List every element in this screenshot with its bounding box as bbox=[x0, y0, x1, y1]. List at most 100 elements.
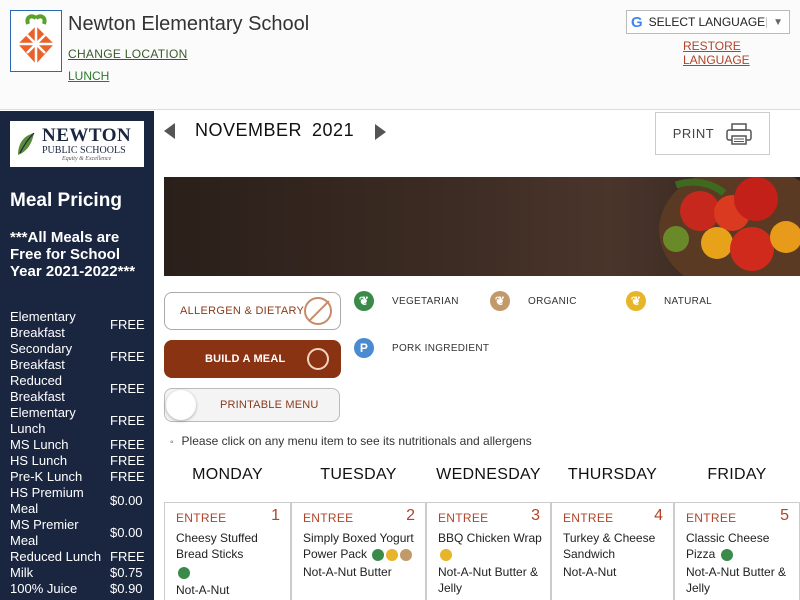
menu-item[interactable]: Classic Cheese Pizza bbox=[686, 530, 799, 562]
menu-item-name: Turkey & Cheese Sandwich bbox=[563, 531, 656, 561]
plate-utensils-icon bbox=[307, 348, 329, 370]
price-row: 100% Juice $0.90 bbox=[10, 581, 146, 597]
day-cell-1: 1 ENTREE Cheesy Stuffed Bread Sticks Not… bbox=[164, 502, 291, 600]
school-name: Newton Elementary School bbox=[68, 13, 310, 35]
menu-item[interactable]: Cheesy Stuffed Bread Sticks bbox=[176, 530, 290, 562]
carrot-logo-icon bbox=[18, 14, 54, 64]
day-number: 5 bbox=[780, 507, 789, 524]
vegetarian-icon bbox=[178, 566, 190, 579]
district-logo-name: NEWTON bbox=[42, 125, 132, 146]
build-a-meal-button[interactable]: BUILD A MEAL bbox=[164, 340, 341, 378]
price-value: $0.00 bbox=[110, 525, 143, 540]
day-cell-2: 2 ENTREE Simply Boxed Yogurt Power Pack … bbox=[291, 502, 426, 600]
price-label: Elementary Lunch bbox=[10, 405, 76, 436]
price-label: HS Premium Meal bbox=[10, 485, 84, 516]
district-logo: NEWTON PUBLIC SCHOOLS Equity & Excellenc… bbox=[10, 121, 144, 167]
price-table: Elementary Breakfast FREE Secondary Break… bbox=[10, 309, 146, 597]
menu-item-icons bbox=[176, 564, 290, 580]
pork-icon: P bbox=[354, 338, 374, 358]
menu-item[interactable]: Turkey & Cheese Sandwich bbox=[563, 530, 673, 562]
sidebar: NEWTON PUBLIC SCHOOLS Equity & Excellenc… bbox=[0, 111, 154, 600]
menu-item[interactable]: Not-A-Nut bbox=[563, 564, 673, 580]
school-logo[interactable] bbox=[10, 10, 62, 72]
legend-vegetarian-label: VEGETARIAN bbox=[392, 295, 459, 307]
natural-icon bbox=[386, 548, 399, 561]
menu-instruction-note: Please click on any menu item to see its… bbox=[170, 434, 532, 448]
menu-item[interactable]: Not-A-Nut Butter & Jelly bbox=[438, 564, 550, 596]
leaf-icon: ❦ bbox=[354, 291, 374, 311]
price-value: FREE bbox=[110, 317, 145, 332]
price-value: FREE bbox=[110, 413, 145, 428]
month-name: NOVEMBER bbox=[195, 120, 303, 140]
free-meals-note: ***All Meals are Free for School Year 20… bbox=[10, 229, 136, 280]
month-title: NOVEMBER 2021 bbox=[195, 120, 354, 141]
toggle-knob[interactable] bbox=[166, 390, 196, 420]
price-label: Reduced Lunch bbox=[10, 549, 102, 564]
legend-pork: P PORK INGREDIENT bbox=[354, 338, 489, 358]
price-row: Elementary Breakfast FREE bbox=[10, 309, 146, 341]
menu-item-name: Not-A-Nut Butter & Jelly bbox=[438, 565, 539, 595]
legend-vegetarian: ❦ VEGETARIAN bbox=[354, 291, 459, 311]
chevron-down-icon: ▼ bbox=[766, 16, 789, 28]
price-row: HS Lunch FREE bbox=[10, 453, 146, 469]
day-header-friday: FRIDAY bbox=[707, 466, 767, 483]
menu-item[interactable]: Not-A-Nut bbox=[176, 582, 290, 598]
price-label: Pre-K Lunch bbox=[10, 469, 83, 484]
printable-menu-label: PRINTABLE MENU bbox=[220, 399, 319, 411]
language-select-label: SELECT LANGUAGE bbox=[648, 15, 766, 29]
menu-item[interactable]: BBQ Chicken Wrap bbox=[438, 530, 550, 562]
vegetarian-icon bbox=[372, 548, 385, 561]
price-label: MS Lunch bbox=[10, 437, 69, 452]
price-value: FREE bbox=[110, 381, 145, 396]
menu-item-name: Cheesy Stuffed Bread Sticks bbox=[176, 531, 258, 561]
print-label: PRINT bbox=[672, 126, 715, 141]
price-row: Milk $0.75 bbox=[10, 565, 146, 581]
legend-organic-label: ORGANIC bbox=[528, 295, 577, 307]
google-icon: G bbox=[631, 13, 643, 31]
district-logo-subtitle: PUBLIC SCHOOLS bbox=[42, 145, 126, 156]
price-value: $0.00 bbox=[110, 493, 143, 508]
price-value: $0.75 bbox=[110, 565, 143, 580]
menu-item[interactable]: Not-A-Nut Butter & Jelly bbox=[686, 564, 799, 596]
price-row: Elementary Lunch FREE bbox=[10, 405, 146, 437]
day-header-wednesday: WEDNESDAY bbox=[436, 466, 541, 483]
price-row: Pre-K Lunch FREE bbox=[10, 469, 146, 485]
day-number: 4 bbox=[654, 507, 663, 524]
price-row: MS Premier Meal $0.00 bbox=[10, 517, 146, 549]
menu-item-name: BBQ Chicken Wrap bbox=[438, 531, 542, 545]
day-cell-3: 3 ENTREE BBQ Chicken Wrap Not-A-Nut Butt… bbox=[426, 502, 551, 600]
tomatoes-image bbox=[663, 177, 800, 271]
leaf-logo-icon bbox=[18, 132, 35, 155]
menu-item[interactable]: Simply Boxed Yogurt Power Pack bbox=[303, 530, 425, 562]
change-location-link[interactable]: CHANGE LOCATION bbox=[68, 47, 188, 61]
allergen-dietary-button[interactable]: ALLERGEN & DIETARY bbox=[164, 292, 341, 330]
price-value: FREE bbox=[110, 549, 145, 564]
lunch-link[interactable]: LUNCH bbox=[68, 69, 109, 83]
printable-menu-button[interactable]: PRINTABLE MENU bbox=[164, 388, 340, 422]
restore-language-link[interactable]: RESTORE LANGUAGE bbox=[683, 39, 800, 67]
language-select[interactable]: G SELECT LANGUAGE ▼ bbox=[626, 10, 790, 34]
price-row: Reduced Lunch FREE bbox=[10, 549, 146, 565]
price-row: Reduced Breakfast FREE bbox=[10, 373, 146, 405]
vegetarian-icon bbox=[720, 548, 733, 561]
day-number: 1 bbox=[271, 507, 280, 524]
price-label: 100% Juice bbox=[10, 581, 78, 596]
food-banner-image bbox=[164, 177, 800, 276]
month-year: 2021 bbox=[312, 120, 355, 140]
printer-icon bbox=[726, 122, 752, 145]
no-gluten-icon bbox=[304, 297, 332, 325]
build-a-meal-label: BUILD A MEAL bbox=[205, 353, 286, 365]
price-row: Secondary Breakfast FREE bbox=[10, 341, 146, 373]
price-label: HS Lunch bbox=[10, 453, 68, 468]
next-month-button[interactable] bbox=[375, 124, 386, 140]
menu-item-name: Not-A-Nut Butter & Jelly bbox=[686, 565, 787, 595]
day-header-thursday: THURSDAY bbox=[567, 466, 658, 483]
organic-icon bbox=[400, 548, 413, 561]
menu-item-name: Not-A-Nut bbox=[176, 583, 230, 597]
legend-natural: ❦ NATURAL bbox=[626, 291, 712, 311]
menu-item[interactable]: Not-A-Nut Butter bbox=[303, 564, 425, 580]
previous-month-button[interactable] bbox=[164, 123, 175, 139]
allergen-dietary-label: ALLERGEN & DIETARY bbox=[180, 305, 305, 317]
print-button[interactable]: PRINT bbox=[655, 112, 770, 155]
price-label: Elementary Breakfast bbox=[10, 309, 76, 340]
